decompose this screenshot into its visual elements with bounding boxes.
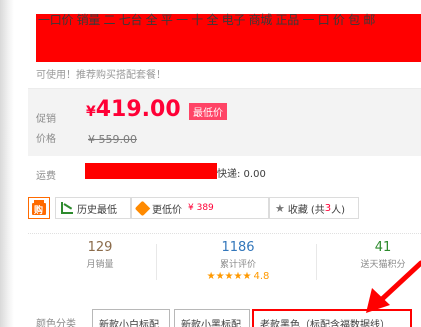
price-tools-row: 历史最低 更低价 ¥ 389 ★ 收藏 (共3人) [28, 197, 421, 225]
price-tag-icon [134, 200, 151, 216]
stat-divider [156, 244, 157, 280]
product-title-redaction: 一口价 销量 二 七台 全 平 一 十 全 电子 商城 正品 一 口 价 包 邮 [36, 13, 421, 34]
original-price: ¥ 559.00 [88, 133, 137, 146]
points-label: 送天猫积分 [360, 260, 406, 270]
rating-stars-icon: ★★★★★ [206, 271, 252, 282]
review-rating: ★★★★★ 4.8 [188, 271, 288, 282]
trend-down-icon [61, 202, 73, 214]
review-count-label: 累计评价 [219, 260, 256, 270]
points-stat: 41 送天猫积分 [348, 240, 418, 270]
lowest-price-badge: 最低价 [189, 103, 227, 120]
star-icon: ★ [275, 201, 285, 215]
original-price-label: 价格 [36, 134, 56, 145]
price-panel: 促销 ¥419.00 最低价 价格 ¥ 559.00 [28, 88, 421, 156]
promo-price-value: 419.00 [95, 97, 181, 122]
favorite-label: 收藏 [287, 204, 308, 216]
sku-option-white[interactable]: 新款小白标配 [92, 309, 170, 327]
page-left-shadow [0, 0, 14, 327]
sku-option-old-black-highlighted[interactable]: 老款黑色（标配含福数据线） [252, 309, 412, 327]
shopping-bag-icon[interactable] [28, 197, 50, 219]
favorite-count-prefix: (共 [310, 204, 325, 216]
promo-price: ¥419.00 [86, 97, 181, 122]
points-value: 41 [374, 240, 392, 255]
sales-stats: 129 月销量 1186 累计评价 ★★★★★ 4.8 41 送天猫积分 [28, 233, 421, 291]
promo-price-label: 促销 [36, 114, 56, 125]
review-count-value: 1186 [221, 240, 255, 255]
shipping-location-redaction [85, 163, 217, 179]
favorite-button[interactable]: ★ 收藏 (共 3 人) [269, 197, 359, 219]
product-subtitle-redaction [36, 32, 421, 62]
lower-price-button[interactable]: 更低价 ¥ 389 [131, 197, 269, 219]
monthly-sales-label: 月销量 [86, 260, 114, 270]
promo-note: 可使用！推荐购买搭配套餐！ [36, 70, 166, 81]
lower-price-value: ¥ 389 [188, 203, 214, 213]
history-lowest-label: 历史最低 [77, 204, 117, 216]
lower-price-label: 更低价 [152, 204, 182, 216]
favorite-count-suffix: 人) [331, 204, 346, 216]
product-title-fragment: 一口价 销量 二 七台 全 平 一 十 全 电子 商城 正品 一 口 价 包 邮 [38, 13, 376, 27]
monthly-sales-stat: 129 月销量 [60, 240, 140, 270]
color-option-label: 颜色分类 [36, 319, 76, 327]
history-lowest-button[interactable]: 历史最低 [55, 197, 131, 219]
sku-option-black[interactable]: 新款小黑标配 [174, 309, 250, 327]
rating-value: 4.8 [253, 271, 270, 282]
reviews-stat[interactable]: 1186 累计评价 ★★★★★ 4.8 [188, 240, 288, 282]
stat-divider [316, 244, 317, 280]
currency-symbol: ¥ [86, 104, 96, 120]
monthly-sales-value: 129 [87, 240, 113, 255]
shipping-fee: 快递: 0.00 [217, 169, 266, 180]
shipping-label: 运费 [36, 171, 56, 182]
